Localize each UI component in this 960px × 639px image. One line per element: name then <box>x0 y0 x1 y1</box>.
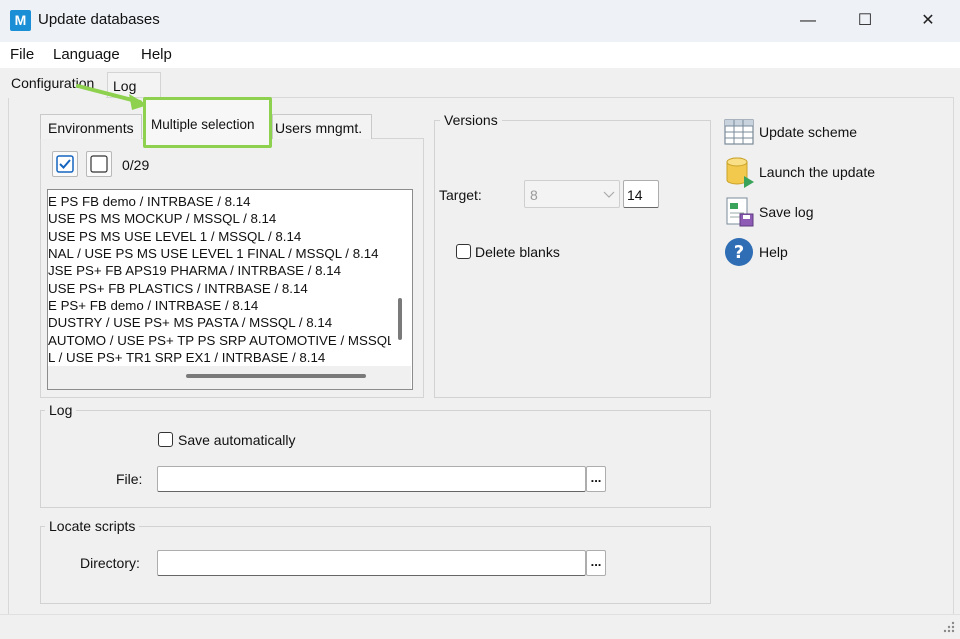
uncheck-all-button[interactable] <box>86 151 112 177</box>
versions-legend: Versions <box>440 112 502 128</box>
tab-environments[interactable]: Environments <box>40 114 142 139</box>
scripts-directory-browse-button[interactable]: ... <box>586 550 606 576</box>
log-group <box>40 410 711 508</box>
menu-file[interactable]: File <box>10 46 34 63</box>
log-file-input[interactable] <box>157 466 586 492</box>
target-major-select[interactable]: 8 <box>524 180 620 208</box>
delete-blanks-checkbox[interactable] <box>456 244 471 259</box>
checked-checkbox-icon <box>56 155 74 173</box>
target-major-value: 8 <box>530 187 538 203</box>
tab-environments-label: Environments <box>48 120 134 136</box>
list-item[interactable]: USE PS MS MOCKUP / MSSQL / 8.14 <box>48 210 276 227</box>
update-scheme-label: Update scheme <box>759 124 858 140</box>
target-minor-value: 14 <box>627 187 643 203</box>
menu-language[interactable]: Language <box>53 46 120 63</box>
svg-text:?: ? <box>734 242 744 263</box>
launch-update-label: Launch the update <box>759 164 875 180</box>
delete-blanks-label: Delete blanks <box>475 244 560 260</box>
environment-list[interactable]: E PS FB demo / INTRBASE / 8.14 USE PS MS… <box>47 189 413 390</box>
check-all-button[interactable] <box>52 151 78 177</box>
tab-multiple-selection[interactable]: Multiple selection <box>143 97 272 148</box>
file-label: File: <box>116 471 143 487</box>
list-item[interactable]: DUSTRY / USE PS+ MS PASTA / MSSQL / 8.14 <box>48 314 332 331</box>
target-minor-input[interactable]: 14 <box>623 180 659 208</box>
tab-multiple-selection-label: Multiple selection <box>151 117 255 132</box>
empty-checkbox-icon <box>90 155 108 173</box>
log-file-browse-button[interactable]: ... <box>586 466 606 492</box>
list-item[interactable]: USE PS+ FB PLASTICS / INTRBASE / 8.14 <box>48 280 308 297</box>
save-log-icon <box>726 197 754 227</box>
scripts-directory-input[interactable] <box>157 550 586 576</box>
list-item[interactable]: NAL / USE PS MS USE LEVEL 1 FINAL / MSSQ… <box>48 245 379 262</box>
locate-scripts-legend: Locate scripts <box>45 518 140 534</box>
window-title: Update databases <box>38 11 160 28</box>
app-logo-icon: M <box>10 10 31 31</box>
help-button[interactable]: ? Help <box>722 236 902 268</box>
update-scheme-button[interactable]: Update scheme <box>722 118 902 146</box>
list-item[interactable]: JSE PS+ FB APS19 PHARMA / INTRBASE / 8.1… <box>48 262 341 279</box>
tab-users-mngmt-label: Users mngmt. <box>275 120 363 136</box>
list-item[interactable]: E PS FB demo / INTRBASE / 8.14 <box>48 193 251 210</box>
save-automatically-label: Save automatically <box>178 432 296 448</box>
maximize-button[interactable]: ☐ <box>850 8 880 34</box>
selection-count: 0/29 <box>122 157 150 173</box>
list-item[interactable]: AUTOMO / USE PS+ TP PS SRP AUTOMOTIVE / … <box>48 332 394 349</box>
tab-users-mngmt[interactable]: Users mngmt. <box>272 114 372 139</box>
list-item[interactable]: USE PS MS USE LEVEL 1 / MSSQL / 8.14 <box>48 228 301 245</box>
status-bar <box>0 614 960 639</box>
grid-table-icon <box>724 119 754 145</box>
log-legend: Log <box>45 402 77 418</box>
list-item[interactable]: E PS+ FB demo / INTRBASE / 8.14 <box>48 297 258 314</box>
menu-help[interactable]: Help <box>141 46 172 63</box>
resize-grip-icon[interactable] <box>940 618 956 634</box>
list-horizontal-scroll-thumb[interactable] <box>186 374 366 378</box>
database-play-icon <box>726 157 754 188</box>
help-question-icon: ? <box>725 238 753 266</box>
target-label: Target: <box>439 187 482 203</box>
save-log-button[interactable]: Save log <box>722 196 902 228</box>
help-label: Help <box>759 244 788 260</box>
launch-update-button[interactable]: Launch the update <box>722 156 902 188</box>
close-button[interactable]: ✕ <box>913 8 943 34</box>
list-vertical-scroll-thumb[interactable] <box>398 298 402 340</box>
directory-label: Directory: <box>80 555 140 571</box>
chevron-down-icon <box>603 191 615 198</box>
save-log-label: Save log <box>759 204 814 220</box>
minimize-button[interactable]: — <box>793 8 823 34</box>
save-automatically-checkbox[interactable] <box>158 432 173 447</box>
list-item[interactable]: L / USE PS+ TR1 SRP EX1 / INTRBASE / 8.1… <box>48 349 325 366</box>
